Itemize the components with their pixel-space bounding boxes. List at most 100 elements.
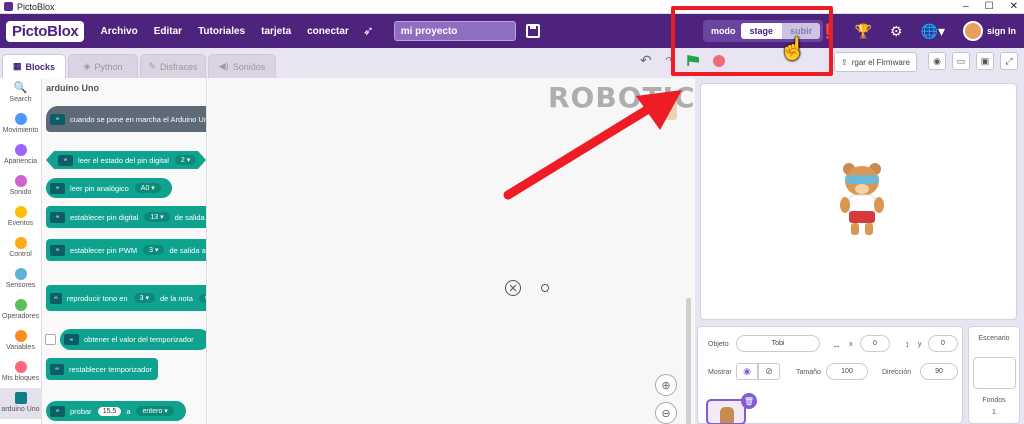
- category-motion[interactable]: Movimiento: [0, 109, 41, 140]
- timer-checkbox[interactable]: [45, 334, 56, 345]
- test-value-input[interactable]: 15.5: [97, 406, 122, 416]
- show-visible-icon[interactable]: ◉: [736, 363, 758, 380]
- block-read-analog-pin[interactable]: ∞ leer pin analógico A0 ▾: [46, 178, 172, 198]
- tab-python[interactable]: ◈ Python: [68, 54, 138, 78]
- x-field[interactable]: 0: [860, 335, 890, 352]
- trash-icon[interactable]: 🗑: [741, 393, 757, 409]
- window-title-bar: PictoBlox – ☐ ✕: [0, 0, 1024, 14]
- menu-tutoriales[interactable]: Tutoriales: [198, 26, 245, 37]
- block-read-digital-pin[interactable]: ∞ leer el estado del pin digital 2 ▾: [46, 151, 206, 169]
- upload-firmware-button[interactable]: ⇪ rgar el Firmware: [834, 52, 917, 72]
- tab-blocks[interactable]: ▦ Blocks: [2, 54, 66, 78]
- pwm-pin-dropdown[interactable]: 3 ▾: [143, 245, 165, 255]
- close-circle-icon: ✕: [505, 280, 521, 296]
- direction-label: Dirección: [882, 369, 912, 376]
- y-field[interactable]: 0: [928, 335, 958, 352]
- sound-dot-icon: [14, 175, 27, 187]
- size-label: Tamaño: [796, 369, 821, 376]
- speaker-icon: ◀): [218, 61, 229, 71]
- object-label: Objeto: [708, 341, 729, 348]
- tone-pin-dropdown[interactable]: 3 ▾: [133, 293, 155, 303]
- block-categories: 🔍 Search Movimiento Apariencia Sonido Ev…: [0, 78, 42, 424]
- category-variables[interactable]: Variables: [0, 326, 41, 357]
- show-label: Mostrar: [708, 369, 732, 376]
- sprite-thumbnail[interactable]: [706, 399, 746, 424]
- stage-area: Objeto Tobi ↔ x 0 ↕ y 0 Mostrar ◉ ⊘ Tama…: [695, 78, 1024, 424]
- block-get-timer-value[interactable]: ∞ obtener el valor del temporizador: [60, 329, 206, 350]
- block-reset-timer[interactable]: ∞ restablecer temporizador: [46, 358, 158, 380]
- arduino-block-icon: ∞: [50, 363, 65, 375]
- workspace-scrollbar[interactable]: [686, 298, 691, 424]
- fullscreen-icon[interactable]: ⤢: [1000, 52, 1018, 70]
- trophy-icon[interactable]: 🏆: [855, 23, 872, 40]
- category-control[interactable]: Control: [0, 233, 41, 264]
- project-name-input[interactable]: [393, 21, 516, 41]
- blocks-palette: arduino Uno ∞ cuando se pone en marcha e…: [42, 78, 207, 424]
- digital-pin-dropdown[interactable]: 13 ▾: [144, 212, 170, 222]
- globe-icon[interactable]: 🌐▾: [921, 23, 945, 40]
- tobi-sprite[interactable]: [837, 159, 887, 239]
- category-looks[interactable]: Apariencia: [0, 140, 41, 171]
- tab-sounds[interactable]: ◀) Sonidos: [208, 54, 276, 78]
- gear-icon[interactable]: ⚙: [890, 23, 903, 40]
- tab-costumes[interactable]: ✎ Disfraces: [140, 54, 206, 78]
- app-icon: [4, 2, 13, 11]
- category-operators[interactable]: Operadores: [0, 295, 41, 326]
- save-icon[interactable]: [525, 24, 540, 38]
- backdrop-thumbnail[interactable]: [973, 357, 1016, 389]
- zoom-out-icon[interactable]: ⊖: [655, 402, 677, 424]
- close-icon[interactable]: ✕: [1010, 0, 1018, 14]
- brush-icon: ✎: [148, 61, 157, 71]
- small-stage-icon[interactable]: ▭: [952, 52, 970, 70]
- python-icon: ◈: [83, 61, 91, 71]
- analog-pin-dropdown[interactable]: A0 ▾: [134, 183, 161, 193]
- camera-icon[interactable]: ◉: [928, 52, 946, 70]
- sign-in-button[interactable]: sign In: [963, 21, 1016, 41]
- stage-canvas[interactable]: [700, 83, 1017, 320]
- category-sensing[interactable]: Sensores: [0, 264, 41, 295]
- category-my-blocks[interactable]: Mis bloques: [0, 357, 41, 388]
- note-dropdown[interactable]: C: [198, 293, 206, 303]
- backdrop-pane: Escenario Fondos 1: [968, 326, 1020, 424]
- block-set-digital-pin[interactable]: ∞ establecer pin digital 13 ▾ de salida …: [46, 206, 206, 228]
- category-search[interactable]: 🔍 Search: [0, 78, 41, 109]
- backdrop-count: 1: [992, 409, 996, 416]
- maximize-icon[interactable]: ☐: [985, 0, 994, 14]
- y-arrow-icon: ↕: [905, 339, 910, 349]
- large-stage-icon[interactable]: ▣: [976, 52, 994, 70]
- window-title: PictoBlox: [17, 1, 55, 12]
- events-dot-icon: [14, 206, 27, 218]
- arduino-block-icon: ∞: [50, 113, 65, 125]
- extension-rocket-icon[interactable]: ➶: [363, 23, 374, 39]
- hide-visible-icon[interactable]: ⊘: [758, 363, 780, 380]
- menu-archivo[interactable]: Archivo: [100, 26, 137, 37]
- block-set-pwm-pin[interactable]: ∞ establecer pin PWM 3 ▾ de salida a: [46, 239, 206, 261]
- block-play-tone[interactable]: ∞ reproducir tono en 3 ▾ de la nota C: [46, 285, 206, 311]
- sprite-name-field[interactable]: Tobi: [736, 335, 820, 352]
- direction-field[interactable]: 90: [920, 363, 958, 380]
- upload-icon: ⇪: [841, 57, 848, 67]
- pin-dropdown[interactable]: 2 ▾: [175, 155, 196, 165]
- menu-tarjeta[interactable]: tarjeta: [261, 26, 291, 37]
- menu-conectar[interactable]: conectar: [307, 26, 349, 37]
- type-dropdown[interactable]: entero ▾: [136, 406, 174, 416]
- menu-editar[interactable]: Editar: [154, 26, 182, 37]
- category-sound[interactable]: Sonido: [0, 171, 41, 202]
- sprite-thumbnail-image: [720, 407, 734, 423]
- category-events[interactable]: Eventos: [0, 202, 41, 233]
- sign-in-label: sign In: [987, 26, 1016, 36]
- view-buttons: ◉ ▭ ▣ ⤢: [928, 52, 1018, 70]
- backdrop-title: Escenario: [978, 335, 1010, 342]
- minimize-icon[interactable]: –: [963, 0, 969, 14]
- block-test-cast[interactable]: ∞ probar 15.5 a entero ▾: [46, 401, 186, 421]
- zoom-in-icon[interactable]: ⊕: [655, 374, 677, 396]
- undo-icon[interactable]: ↶: [640, 52, 652, 69]
- looks-dot-icon: [14, 144, 27, 156]
- arduino-icon: [14, 392, 27, 404]
- size-field[interactable]: 100: [826, 363, 868, 380]
- script-workspace[interactable]: ROBOTICOSS ✕ ⊕ ⊖: [208, 78, 760, 424]
- category-arduino-uno[interactable]: arduino Uno: [0, 388, 41, 419]
- menu-bar: PictoBlox Archivo Editar Tutoriales tarj…: [0, 14, 1024, 48]
- arduino-block-icon: ∞: [50, 292, 62, 304]
- block-when-arduino-starts[interactable]: ∞ cuando se pone en marcha el Arduino Un…: [46, 106, 206, 132]
